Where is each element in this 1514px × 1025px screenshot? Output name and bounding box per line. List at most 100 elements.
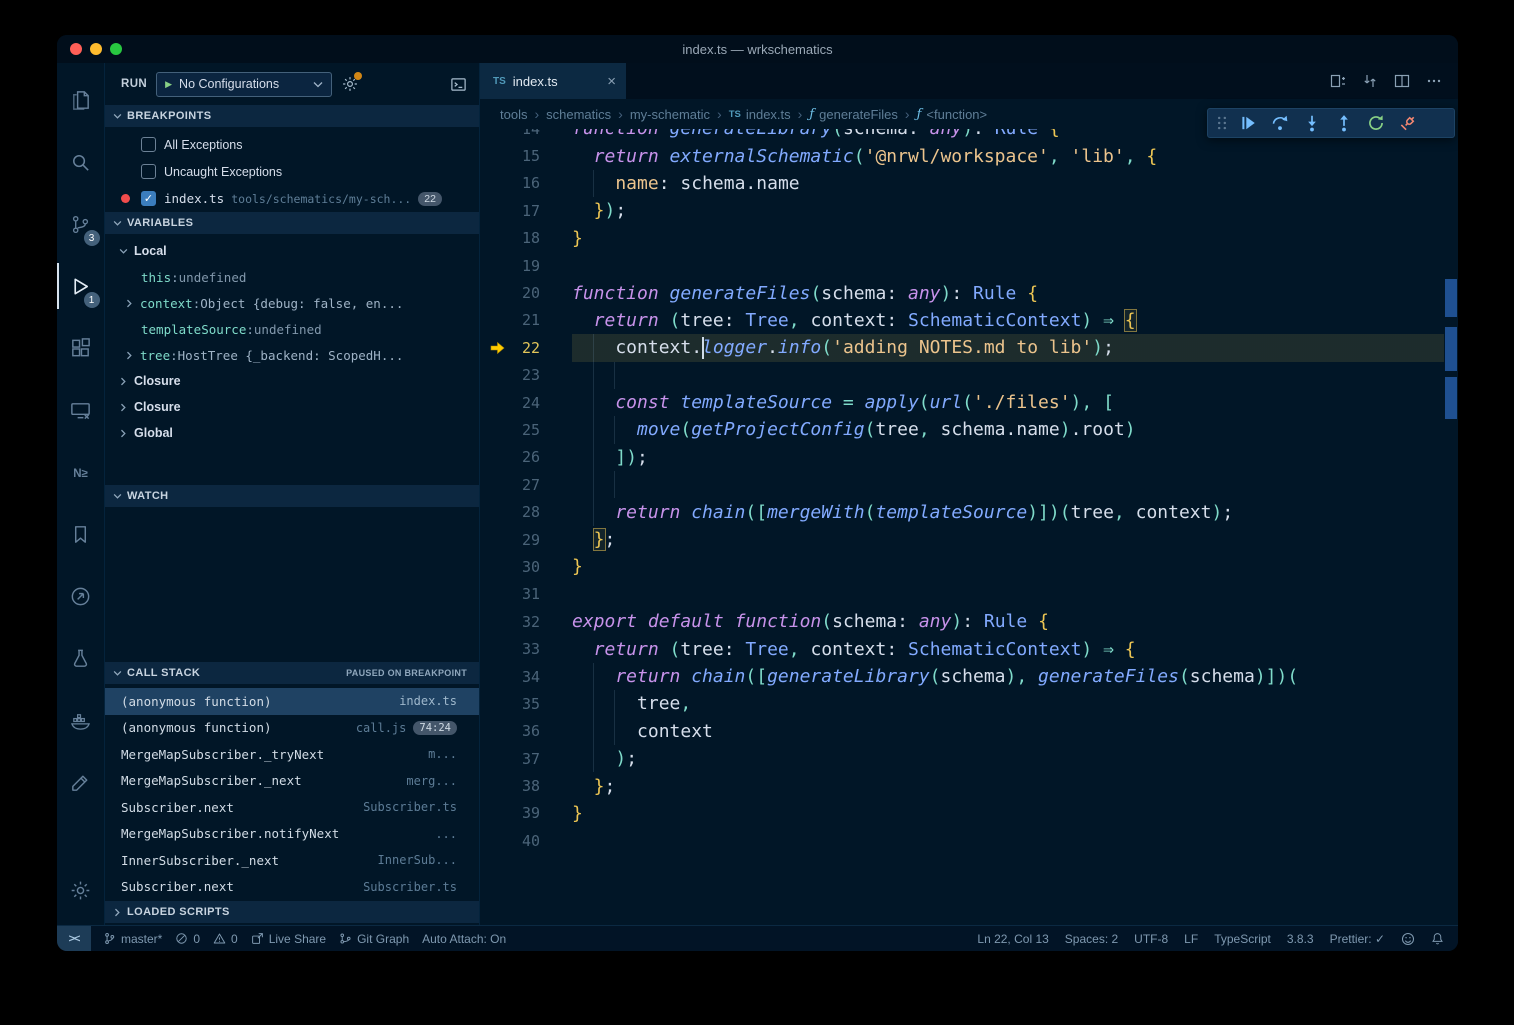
- line-number-20[interactable]: 20: [480, 284, 572, 302]
- continue-button[interactable]: [1232, 110, 1264, 136]
- status-3-8-3[interactable]: 3.8.3: [1287, 932, 1314, 946]
- breakpoint-checkbox[interactable]: [141, 137, 156, 152]
- code-line-26[interactable]: 26]);: [480, 444, 1444, 471]
- chevron-right-icon[interactable]: [125, 351, 134, 360]
- more-actions-icon[interactable]: [1426, 73, 1442, 89]
- call-stack-frame[interactable]: MergeMapSubscriber.notifyNext...: [105, 821, 479, 848]
- debug-console-button[interactable]: [450, 76, 467, 93]
- breakpoint-row[interactable]: ✓index.tstools/schematics/my-sch...22: [105, 185, 479, 212]
- activity-extensions[interactable]: [57, 317, 105, 379]
- chevron-down-icon[interactable]: [119, 247, 128, 256]
- code-line-15[interactable]: 15return externalSchematic('@nrwl/worksp…: [480, 142, 1444, 169]
- code-line-27[interactable]: 27: [480, 471, 1444, 498]
- open-changes-icon[interactable]: [1330, 73, 1346, 89]
- line-number-16[interactable]: 16: [480, 174, 572, 192]
- variable-row[interactable]: context: Object {debug: false, en...: [105, 290, 479, 316]
- variable-row[interactable]: templateSource: undefined: [105, 316, 479, 342]
- activity-search[interactable]: [57, 131, 105, 193]
- activity-live-share[interactable]: [57, 565, 105, 627]
- code-line-17[interactable]: 17});: [480, 197, 1444, 224]
- toggle-blame-icon[interactable]: [1362, 73, 1378, 89]
- variables-scope-local[interactable]: Local: [105, 238, 479, 264]
- line-number-33[interactable]: 33: [480, 640, 572, 658]
- line-number-37[interactable]: 37: [480, 750, 572, 768]
- line-number-36[interactable]: 36: [480, 722, 572, 740]
- variables-scope-global[interactable]: Global: [105, 420, 479, 446]
- code-line-18[interactable]: 18}: [480, 225, 1444, 252]
- breadcrumb-item-myschematic[interactable]: my-schematic: [630, 107, 710, 122]
- status-live-share[interactable]: Live Share: [251, 932, 326, 946]
- code-line-19[interactable]: 19: [480, 252, 1444, 279]
- status-error[interactable]: 0: [175, 932, 200, 946]
- chevron-right-icon[interactable]: [119, 377, 128, 386]
- line-number-30[interactable]: 30: [480, 558, 572, 576]
- breakpoint-checkbox[interactable]: ✓: [141, 191, 156, 206]
- close-tab-icon[interactable]: ×: [607, 73, 616, 90]
- activity-remote-explorer[interactable]: [57, 379, 105, 441]
- breakpoint-row[interactable]: All Exceptions: [105, 131, 479, 158]
- variables-header[interactable]: VARIABLES: [105, 212, 479, 234]
- split-editor-icon[interactable]: [1394, 73, 1410, 89]
- minimize-button[interactable]: [90, 43, 102, 55]
- code-line-16[interactable]: 16name: schema.name: [480, 170, 1444, 197]
- line-number-35[interactable]: 35: [480, 695, 572, 713]
- activity-tests[interactable]: [57, 627, 105, 689]
- chevron-right-icon[interactable]: [119, 403, 128, 412]
- code-line-24[interactable]: 24const templateSource = apply(url('./fi…: [480, 389, 1444, 416]
- call-stack-frame[interactable]: (anonymous function)index.ts: [105, 688, 479, 715]
- code-line-22[interactable]: 22context.logger.info('adding NOTES.md t…: [480, 334, 1444, 361]
- line-number-26[interactable]: 26: [480, 448, 572, 466]
- breadcrumb-item-indexts[interactable]: TSindex.ts: [729, 107, 791, 122]
- status-bell[interactable]: [1431, 932, 1444, 945]
- status-spaces--2[interactable]: Spaces: 2: [1065, 932, 1118, 946]
- status-typescript[interactable]: TypeScript: [1214, 932, 1271, 946]
- line-number-34[interactable]: 34: [480, 668, 572, 686]
- line-number-32[interactable]: 32: [480, 613, 572, 631]
- code-line-21[interactable]: 21return (tree: Tree, context: Schematic…: [480, 307, 1444, 334]
- call-stack-frame[interactable]: InnerSubscriber._nextInnerSub...: [105, 847, 479, 874]
- activity-edit-session[interactable]: [57, 751, 105, 813]
- status-utf-8[interactable]: UTF-8: [1134, 932, 1168, 946]
- tab-index-ts[interactable]: TS index.ts ×: [480, 63, 626, 99]
- breadcrumb-item-tools[interactable]: tools: [500, 107, 527, 122]
- activity-docker[interactable]: [57, 689, 105, 751]
- status-git-graph[interactable]: Git Graph: [339, 932, 409, 946]
- line-number-19[interactable]: 19: [480, 257, 572, 275]
- code-line-34[interactable]: 34return chain([generateLibrary(schema),…: [480, 663, 1444, 690]
- drag-grip[interactable]: [1212, 110, 1232, 136]
- breakpoints-header[interactable]: BREAKPOINTS: [105, 105, 479, 127]
- line-number-40[interactable]: 40: [480, 832, 572, 850]
- step-into-button[interactable]: [1296, 110, 1328, 136]
- step-out-button[interactable]: [1328, 110, 1360, 136]
- code-line-40[interactable]: 40: [480, 827, 1444, 854]
- status-warning[interactable]: 0: [213, 932, 238, 946]
- code-line-28[interactable]: 28return chain([mergeWith(templateSource…: [480, 498, 1444, 525]
- code-line-35[interactable]: 35tree,: [480, 690, 1444, 717]
- breadcrumb-item-generatefiles[interactable]: ƒgenerateFiles: [809, 107, 898, 122]
- launch-config-select[interactable]: ▶ No Configurations: [156, 72, 332, 97]
- line-number-17[interactable]: 17: [480, 202, 572, 220]
- breakpoint-dot[interactable]: [121, 194, 130, 203]
- status-auto-attach--on[interactable]: Auto Attach: On: [422, 932, 506, 946]
- code-line-23[interactable]: 23: [480, 362, 1444, 389]
- variable-row[interactable]: tree: HostTree {_backend: ScopedH...: [105, 342, 479, 368]
- breakpoint-row[interactable]: Uncaught Exceptions: [105, 158, 479, 185]
- breakpoint-checkbox[interactable]: [141, 164, 156, 179]
- step-over-button[interactable]: [1264, 110, 1296, 136]
- code-line-33[interactable]: 33return (tree: Tree, context: Schematic…: [480, 635, 1444, 662]
- line-number-24[interactable]: 24: [480, 394, 572, 412]
- loaded-scripts-header[interactable]: LOADED SCRIPTS: [105, 901, 479, 923]
- line-number-31[interactable]: 31: [480, 585, 572, 603]
- line-number-23[interactable]: 23: [480, 366, 572, 384]
- start-debug-icon[interactable]: ▶: [165, 79, 172, 90]
- chevron-right-icon[interactable]: [125, 299, 134, 308]
- close-button[interactable]: [70, 43, 82, 55]
- code-line-36[interactable]: 36context: [480, 718, 1444, 745]
- overview-ruler[interactable]: [1444, 129, 1458, 925]
- call-stack-frame[interactable]: MergeMapSubscriber._nextmerg...: [105, 768, 479, 795]
- line-number-28[interactable]: 28: [480, 503, 572, 521]
- status-lf[interactable]: LF: [1184, 932, 1198, 946]
- activity-explorer[interactable]: [57, 69, 105, 131]
- configure-gear-button[interactable]: [341, 75, 359, 93]
- code-line-37[interactable]: 37);: [480, 745, 1444, 772]
